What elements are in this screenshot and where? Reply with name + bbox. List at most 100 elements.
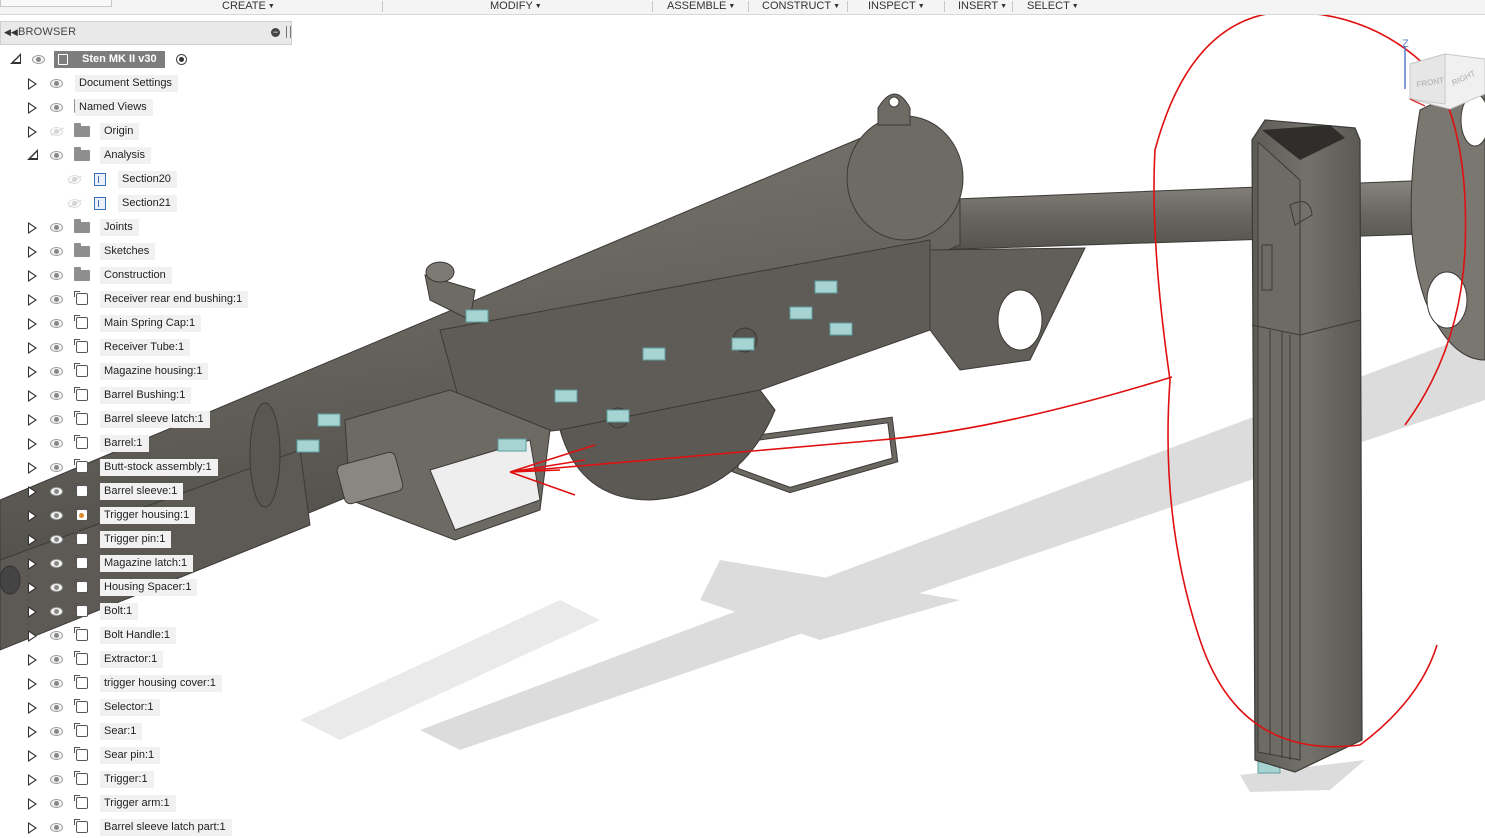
expand-triangle-icon[interactable] [28,438,37,450]
eye-icon[interactable] [50,535,63,544]
eye-icon[interactable] [50,775,63,784]
tree-item-trigger-housing-cover-1[interactable]: trigger housing cover:1 [0,674,300,694]
eye-icon[interactable] [50,127,63,136]
tree-item-joints[interactable]: Joints [0,218,300,238]
tree-item-label[interactable]: Housing Spacer:1 [100,579,198,596]
tree-item-origin[interactable]: Origin [0,122,300,142]
expand-triangle-icon[interactable] [28,774,37,786]
view-cube[interactable]: Z FRONT RIGHT [1395,34,1485,124]
toolbar-menu-create[interactable]: CREATE ▼ [222,0,275,13]
tree-root[interactable]: Sten MK II v30 [0,50,300,70]
toolbar-menu-insert[interactable]: INSERT ▼ [958,0,1007,13]
tree-item-label[interactable]: Construction [100,267,172,284]
pin-icon[interactable] [286,26,291,38]
tree-item-trigger-housing-1[interactable]: Trigger housing:1 [0,506,300,526]
tree-item-barrel-bushing-1[interactable]: Barrel Bushing:1 [0,386,300,406]
expand-triangle-icon[interactable] [28,126,37,138]
eye-icon[interactable] [68,175,81,184]
tree-item-label[interactable]: Trigger:1 [100,771,154,788]
tree-item-named-views[interactable]: Named Views [0,98,300,118]
tree-item-label[interactable]: Barrel sleeve latch:1 [100,411,210,428]
tree-item-bolt-1[interactable]: Bolt:1 [0,602,300,622]
tree-item-housing-spacer-1[interactable]: Housing Spacer:1 [0,578,300,598]
tree-item-label[interactable]: Receiver Tube:1 [100,339,191,356]
toolbar-menu-assemble[interactable]: ASSEMBLE ▼ [667,0,735,13]
expand-triangle-icon[interactable] [28,750,37,762]
expand-triangle-icon[interactable] [28,510,37,522]
tree-item-label[interactable]: Trigger arm:1 [100,795,176,812]
tree-item-sear-pin-1[interactable]: Sear pin:1 [0,746,300,766]
tree-item-label[interactable]: Section20 [118,171,177,188]
expand-triangle-icon[interactable] [28,102,37,114]
eye-icon[interactable] [50,799,63,808]
toolbar-menu-modify[interactable]: MODIFY ▼ [490,0,542,13]
tree-item-label[interactable]: Main Spring Cap:1 [100,315,202,332]
eye-icon[interactable] [50,295,63,304]
tree-item-label[interactable]: Selector:1 [100,699,160,716]
minimize-icon[interactable]: − [271,28,280,37]
tree-item-barrel-sleeve-1[interactable]: Barrel sleeve:1 [0,482,300,502]
tree-item-sketches[interactable]: Sketches [0,242,300,262]
toolbar-menu-select[interactable]: SELECT ▼ [1027,0,1079,13]
expand-triangle-icon[interactable] [28,558,37,570]
eye-icon[interactable] [50,415,63,424]
eye-icon[interactable] [68,199,81,208]
tree-item-construction[interactable]: Construction [0,266,300,286]
tree-item-label[interactable]: Analysis [100,147,151,164]
toolbar-menu-construct[interactable]: CONSTRUCT ▼ [762,0,840,13]
root-component-label[interactable]: Sten MK II v30 [74,51,165,68]
expand-triangle-icon[interactable] [28,630,37,642]
expand-triangle-icon[interactable] [28,294,37,306]
tree-item-sear-1[interactable]: Sear:1 [0,722,300,742]
expand-triangle-icon[interactable] [28,822,37,834]
tree-item-label[interactable]: Barrel:1 [100,435,149,452]
tree-item-trigger-arm-1[interactable]: Trigger arm:1 [0,794,300,814]
tree-item-label[interactable]: Joints [100,219,139,236]
eye-icon[interactable] [50,367,63,376]
eye-icon[interactable] [50,319,63,328]
expand-triangle-icon[interactable] [28,582,37,594]
expand-triangle-icon[interactable] [28,270,37,282]
collapse-triangle-icon[interactable] [10,53,21,64]
expand-triangle-icon[interactable] [28,222,37,234]
expand-triangle-icon[interactable] [28,414,37,426]
tree-item-label[interactable]: Barrel sleeve latch part:1 [100,819,232,836]
tree-item-label[interactable]: Section21 [118,195,177,212]
tree-item-label[interactable]: trigger housing cover:1 [100,675,222,692]
eye-icon[interactable] [50,631,63,640]
eye-icon[interactable] [50,103,63,112]
eye-icon[interactable] [50,607,63,616]
expand-triangle-icon[interactable] [28,534,37,546]
eye-icon[interactable] [50,751,63,760]
tree-item-main-spring-cap-1[interactable]: Main Spring Cap:1 [0,314,300,334]
tree-item-section20[interactable]: Section20 [0,170,300,190]
expand-triangle-icon[interactable] [28,702,37,714]
collapse-triangle-icon[interactable] [27,149,38,160]
expand-triangle-icon[interactable] [28,366,37,378]
eye-icon[interactable] [50,439,63,448]
eye-icon[interactable] [50,823,63,832]
expand-triangle-icon[interactable] [28,798,37,810]
eye-icon[interactable] [50,79,63,88]
tree-item-trigger-pin-1[interactable]: Trigger pin:1 [0,530,300,550]
tree-item-label[interactable]: Extractor:1 [100,651,164,668]
tree-item-selector-1[interactable]: Selector:1 [0,698,300,718]
tree-item-label[interactable]: Document Settings [75,75,178,92]
expand-triangle-icon[interactable] [28,342,37,354]
tree-item-barrel-1[interactable]: Barrel:1 [0,434,300,454]
tree-item-receiver-tube-1[interactable]: Receiver Tube:1 [0,338,300,358]
expand-triangle-icon[interactable] [28,486,37,498]
tree-item-label[interactable]: Bolt Handle:1 [100,627,177,644]
tree-item-barrel-sleeve-latch-part-1[interactable]: Barrel sleeve latch part:1 [0,818,300,838]
tree-item-label[interactable]: Barrel Bushing:1 [100,387,192,404]
eye-icon[interactable] [50,391,63,400]
eye-icon[interactable] [50,655,63,664]
eye-icon[interactable] [50,583,63,592]
eye-icon[interactable] [50,223,63,232]
tree-item-bolt-handle-1[interactable]: Bolt Handle:1 [0,626,300,646]
tree-item-section21[interactable]: Section21 [0,194,300,214]
tree-item-analysis[interactable]: Analysis [0,146,300,166]
expand-triangle-icon[interactable] [28,678,37,690]
collapse-panel-icon[interactable]: ◀◀ [4,27,18,38]
tree-item-document-settings[interactable]: ⚙Document Settings [0,74,300,94]
